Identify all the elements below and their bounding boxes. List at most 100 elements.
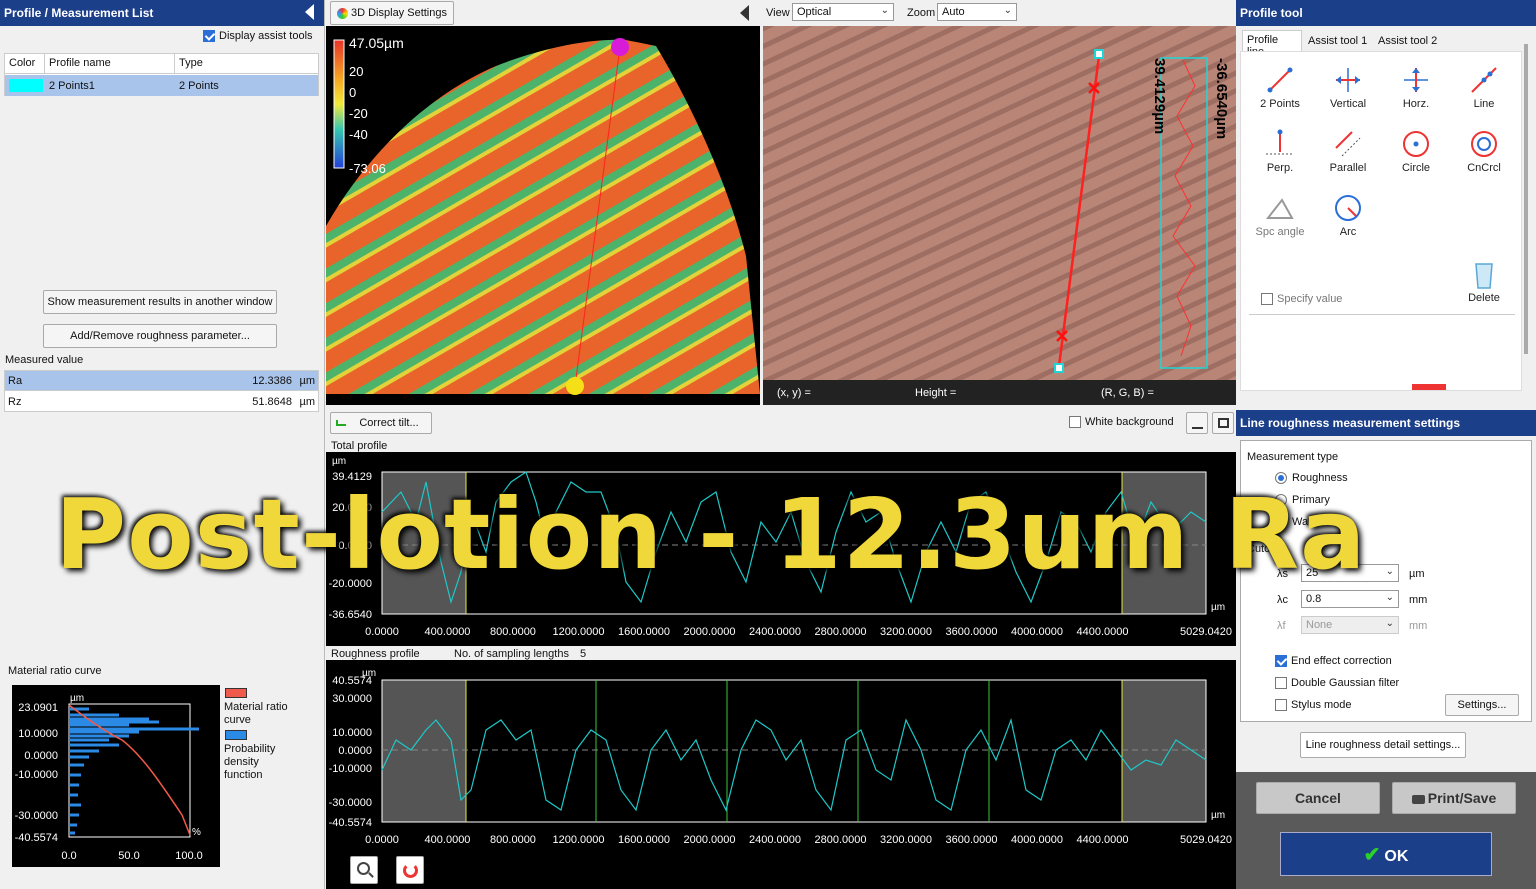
print-save-button[interactable]: Print/Save <box>1392 782 1516 814</box>
refresh-icon <box>403 863 418 878</box>
show-results-button[interactable]: Show measurement results in another wind… <box>43 290 277 314</box>
mrc-legend-label-1: Material ratio curve <box>224 701 288 726</box>
horizontal-icon <box>1404 68 1428 92</box>
rough-x-tick: 0.0000 <box>365 834 399 846</box>
collapse-left-icon[interactable] <box>305 4 314 20</box>
lf-label: λf <box>1277 620 1286 632</box>
reset-graph-button[interactable] <box>396 856 424 884</box>
zoom-graph-button[interactable] <box>350 856 378 884</box>
delete-button[interactable]: Delete <box>1452 258 1516 304</box>
double-gauss-label: Double Gaussian filter <box>1291 677 1400 689</box>
mrc-y-tick: 10.0000 <box>18 728 58 740</box>
white-bg-box[interactable] <box>1069 416 1081 429</box>
roughness-profile-svg: µm µm 40.557430.000010.00000.0000-10.000… <box>329 668 1232 846</box>
end-effect-box[interactable] <box>1275 655 1287 668</box>
concentric-circle-icon <box>1471 131 1497 157</box>
mrc-unit: µm <box>70 693 84 704</box>
tab-profile-line[interactable]: Profile line <box>1242 30 1302 58</box>
settings-button[interactable]: Settings... <box>1445 694 1519 716</box>
color-scale-label: 47.05µm <box>349 35 404 51</box>
end-effect-checkbox[interactable]: End effect correction <box>1275 655 1392 668</box>
minimize-button[interactable] <box>1186 412 1208 434</box>
zoom-select[interactable]: Auto ⌄ <box>937 3 1017 21</box>
lc-select[interactable]: 0.8 ⌄ <box>1301 590 1399 608</box>
mrc-y-tick: 0.0000 <box>24 750 58 762</box>
panel-title: Profile / Measurement List <box>0 0 324 26</box>
optical-toolbar: View Optical ⌄ Zoom Auto ⌄ <box>763 0 1236 26</box>
chevron-down-icon: ⌄ <box>1385 618 1394 629</box>
stylus-box[interactable] <box>1275 699 1287 712</box>
tool-2-points[interactable]: 2 Points <box>1248 64 1312 110</box>
tool-concentric-circle[interactable]: CnCrcl <box>1452 128 1516 174</box>
mrc-pct: % <box>192 827 201 838</box>
view-label: View <box>766 7 790 19</box>
lf-select[interactable]: None ⌄ <box>1301 616 1399 634</box>
param-value: 51.8648 <box>252 396 292 408</box>
add-roughness-button[interactable]: Add/Remove roughness parameter... <box>43 324 277 348</box>
vertical-icon <box>1336 68 1360 92</box>
print-save-label: Print/Save <box>1427 790 1497 806</box>
assist-checkbox-box[interactable] <box>203 30 215 43</box>
cancel-button[interactable]: Cancel <box>1256 782 1380 814</box>
tool-parallel[interactable]: Parallel <box>1316 128 1380 174</box>
tool-label: Line <box>1473 98 1495 110</box>
correct-tilt-button[interactable]: Correct tilt... <box>330 412 432 434</box>
col-header-color: Color <box>5 54 45 74</box>
stylus-mode-checkbox[interactable]: Stylus mode <box>1275 699 1352 712</box>
display-settings-button[interactable]: 3D Display Settings <box>330 1 454 25</box>
white-background-checkbox[interactable]: White background <box>1069 416 1174 429</box>
collapse-3d-icon[interactable] <box>740 5 749 21</box>
total-x-tick: 400.0000 <box>425 626 471 638</box>
tab-assist-tool-2[interactable]: Assist tool 2 <box>1376 33 1439 49</box>
rough-x-tick: 2400.0000 <box>749 834 801 846</box>
tool-perpendicular[interactable]: Perp. <box>1248 128 1312 174</box>
fingerprint-surface <box>326 39 760 395</box>
rough-y-tick: 30.0000 <box>332 693 372 705</box>
line-icon <box>1471 67 1497 93</box>
rough-x-tick: 1200.0000 <box>553 834 605 846</box>
rough-y-tick: -30.0000 <box>329 797 372 809</box>
total-x-tick: 1200.0000 <box>553 626 605 638</box>
table-row[interactable]: 2 Points1 2 Points <box>5 75 318 96</box>
stylus-label: Stylus mode <box>1291 699 1352 711</box>
ok-button[interactable]: ✔ OK <box>1280 832 1492 876</box>
tool-scrollbar[interactable] <box>1524 44 1528 354</box>
measurement-type-label: Measurement type <box>1247 451 1339 463</box>
tab-assist-tool-1[interactable]: Assist tool 1 <box>1306 33 1369 49</box>
double-gaussian-checkbox[interactable]: Double Gaussian filter <box>1275 677 1400 690</box>
optical-view[interactable]: View Optical ⌄ Zoom Auto ⌄ 39.4129µm -36.6… <box>763 0 1236 405</box>
tool-label: Horz. <box>1402 98 1430 110</box>
measured-row-ra[interactable]: Ra 12.3386 µm <box>5 371 318 391</box>
profile-type-cell: 2 Points <box>179 80 219 92</box>
total-x-tick: 1600.0000 <box>618 626 670 638</box>
tool-arc[interactable]: Arc <box>1316 192 1380 238</box>
left-panel: Profile / Measurement List Display assis… <box>0 0 325 889</box>
tool-specific-angle[interactable]: Spc angle <box>1248 192 1312 238</box>
mrc-svg: µm % 23.0901 10.0000 0.0000 -10.0000 -30.000… <box>15 693 203 862</box>
measured-row-rz[interactable]: Rz 51.8648 µm <box>5 392 318 412</box>
view-3d[interactable]: 3D Display Settings 47.05µm 20 0 -20 -40 -73.… <box>326 0 760 405</box>
specify-box[interactable] <box>1261 293 1273 306</box>
lf-unit: mm <box>1409 620 1428 632</box>
angle-icon <box>1265 198 1294 219</box>
maximize-button[interactable] <box>1212 412 1234 434</box>
rough-x-tick: 400.0000 <box>425 834 471 846</box>
detail-settings-button[interactable]: Line roughness detail settings... <box>1300 732 1466 758</box>
tool-horizontal[interactable]: Horz. <box>1384 64 1448 110</box>
assist-tools-checkbox[interactable]: Display assist tools <box>203 30 313 43</box>
measured-table: Ra 12.3386 µm Rz 51.8648 µm <box>4 370 319 412</box>
double-gauss-box[interactable] <box>1275 677 1287 690</box>
profile-list-title: Profile / Measurement List <box>4 6 154 20</box>
mrc-y-tick: -10.0000 <box>15 769 58 781</box>
zoom-label: Zoom <box>907 7 936 19</box>
param-unit: µm <box>299 396 315 408</box>
mrc-x-tick: 50.0 <box>118 850 139 862</box>
profile-table: Color Profile name Type 2 Points1 2 Poin… <box>4 53 319 96</box>
tool-line[interactable]: Line <box>1452 64 1516 110</box>
tool-circle[interactable]: Circle <box>1384 128 1448 174</box>
view-select[interactable]: Optical ⌄ <box>792 3 894 21</box>
tool-vertical[interactable]: Vertical <box>1316 64 1380 110</box>
roughness-profile-chart: µm µm 40.5574 30.0000 10.0000 0.0000 -10.000… <box>326 660 1236 854</box>
lc-value: 0.8 <box>1306 593 1322 605</box>
specify-value-checkbox[interactable]: Specify value <box>1261 293 1342 306</box>
